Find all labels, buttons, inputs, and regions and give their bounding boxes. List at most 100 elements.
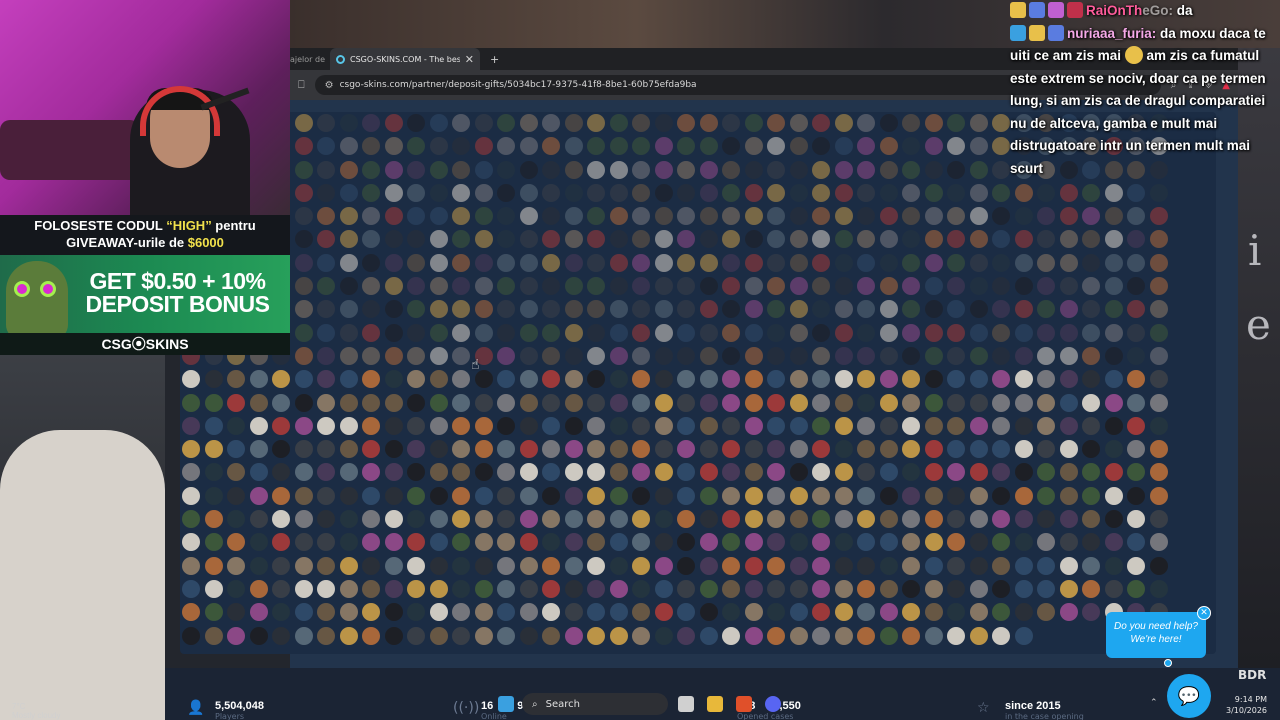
participant-avatar[interactable] <box>992 114 1010 132</box>
participant-avatar[interactable] <box>699 556 718 575</box>
participant-avatar[interactable] <box>317 556 335 575</box>
participant-avatar[interactable] <box>992 626 1010 645</box>
participant-avatar[interactable] <box>632 626 650 645</box>
participant-avatar[interactable] <box>407 114 425 132</box>
participant-avatar[interactable] <box>857 183 875 202</box>
participant-avatar[interactable] <box>429 533 448 552</box>
participant-avatar[interactable] <box>294 533 313 552</box>
participant-avatar[interactable] <box>632 533 650 552</box>
participant-avatar[interactable] <box>362 323 380 342</box>
participant-avatar[interactable] <box>744 510 763 529</box>
participant-avatar[interactable] <box>452 300 470 319</box>
participant-avatar[interactable] <box>834 486 853 505</box>
participant-avatar[interactable] <box>384 393 403 412</box>
participant-avatar[interactable] <box>317 114 335 132</box>
participant-avatar[interactable] <box>587 393 605 412</box>
participant-avatar[interactable] <box>564 626 583 645</box>
participant-avatar[interactable] <box>812 207 830 226</box>
participant-avatar[interactable] <box>564 463 583 482</box>
participant-avatar[interactable] <box>227 533 245 552</box>
participant-avatar[interactable] <box>857 323 875 342</box>
participant-avatar[interactable] <box>429 323 448 342</box>
participant-avatar[interactable] <box>227 626 245 645</box>
participant-avatar[interactable] <box>834 579 853 598</box>
participant-avatar[interactable] <box>317 440 335 459</box>
participant-avatar[interactable] <box>924 556 943 575</box>
participant-avatar[interactable] <box>497 323 515 342</box>
participant-avatar[interactable] <box>587 440 605 459</box>
participant-avatar[interactable] <box>677 603 695 622</box>
participant-avatar[interactable] <box>834 207 853 226</box>
participant-avatar[interactable] <box>879 160 898 179</box>
participant-avatar[interactable] <box>812 579 830 598</box>
participant-avatar[interactable] <box>452 370 470 389</box>
participant-avatar[interactable] <box>339 183 358 202</box>
participant-avatar[interactable] <box>789 463 808 482</box>
participant-avatar[interactable] <box>474 486 493 505</box>
participant-avatar[interactable] <box>947 463 965 482</box>
participant-avatar[interactable] <box>1037 486 1055 505</box>
participant-avatar[interactable] <box>632 416 650 435</box>
participant-avatar[interactable] <box>812 510 830 529</box>
participant-avatar[interactable] <box>1104 440 1123 459</box>
participant-avatar[interactable] <box>429 137 448 156</box>
participant-avatar[interactable] <box>1037 346 1055 365</box>
participant-avatar[interactable] <box>969 114 988 132</box>
participant-avatar[interactable] <box>474 230 493 249</box>
participant-avatar[interactable] <box>587 300 605 319</box>
participant-avatar[interactable] <box>879 323 898 342</box>
participant-avatar[interactable] <box>519 416 538 435</box>
participant-avatar[interactable] <box>992 463 1010 482</box>
participant-avatar[interactable] <box>1059 440 1078 459</box>
participant-avatar[interactable] <box>249 416 268 435</box>
participant-avatar[interactable] <box>1082 579 1100 598</box>
participant-avatar[interactable] <box>699 416 718 435</box>
participant-avatar[interactable] <box>609 463 628 482</box>
participant-avatar[interactable] <box>564 137 583 156</box>
participant-avatar[interactable] <box>744 463 763 482</box>
participant-avatar[interactable] <box>587 416 605 435</box>
participant-avatar[interactable] <box>632 230 650 249</box>
participant-avatar[interactable] <box>542 137 560 156</box>
participant-avatar[interactable] <box>317 463 335 482</box>
participant-avatar[interactable] <box>744 137 763 156</box>
participant-avatar[interactable] <box>452 510 470 529</box>
participant-avatar[interactable] <box>924 579 943 598</box>
participant-avatar[interactable] <box>452 137 470 156</box>
participant-avatar[interactable] <box>699 160 718 179</box>
participant-avatar[interactable] <box>272 370 290 389</box>
participant-avatar[interactable] <box>272 440 290 459</box>
participant-avatar[interactable] <box>722 440 740 459</box>
participant-avatar[interactable] <box>857 160 875 179</box>
participant-avatar[interactable] <box>429 346 448 365</box>
participant-avatar[interactable] <box>317 510 335 529</box>
participant-avatar[interactable] <box>249 486 268 505</box>
participant-avatar[interactable] <box>722 626 740 645</box>
participant-avatar[interactable] <box>654 207 673 226</box>
participant-avatar[interactable] <box>542 230 560 249</box>
participant-avatar[interactable] <box>294 183 313 202</box>
participant-avatar[interactable] <box>429 440 448 459</box>
participant-avatar[interactable] <box>474 603 493 622</box>
participant-avatar[interactable] <box>497 230 515 249</box>
participant-avatar[interactable] <box>452 230 470 249</box>
participant-avatar[interactable] <box>699 603 718 622</box>
participant-avatar[interactable] <box>1037 533 1055 552</box>
participant-avatar[interactable] <box>1059 253 1078 272</box>
participant-avatar[interactable] <box>1127 277 1145 296</box>
participant-avatar[interactable] <box>519 230 538 249</box>
participant-avatar[interactable] <box>767 463 785 482</box>
participant-avatar[interactable] <box>362 626 380 645</box>
participant-avatar[interactable] <box>924 346 943 365</box>
participant-avatar[interactable] <box>654 393 673 412</box>
participant-avatar[interactable] <box>182 579 200 598</box>
participant-avatar[interactable] <box>452 114 470 132</box>
participant-avatar[interactable] <box>384 207 403 226</box>
participant-avatar[interactable] <box>384 253 403 272</box>
participant-avatar[interactable] <box>542 370 560 389</box>
participant-avatar[interactable] <box>204 370 223 389</box>
participant-avatar[interactable] <box>407 323 425 342</box>
participant-avatar[interactable] <box>879 556 898 575</box>
participant-avatar[interactable] <box>497 160 515 179</box>
participant-avatar[interactable] <box>992 370 1010 389</box>
